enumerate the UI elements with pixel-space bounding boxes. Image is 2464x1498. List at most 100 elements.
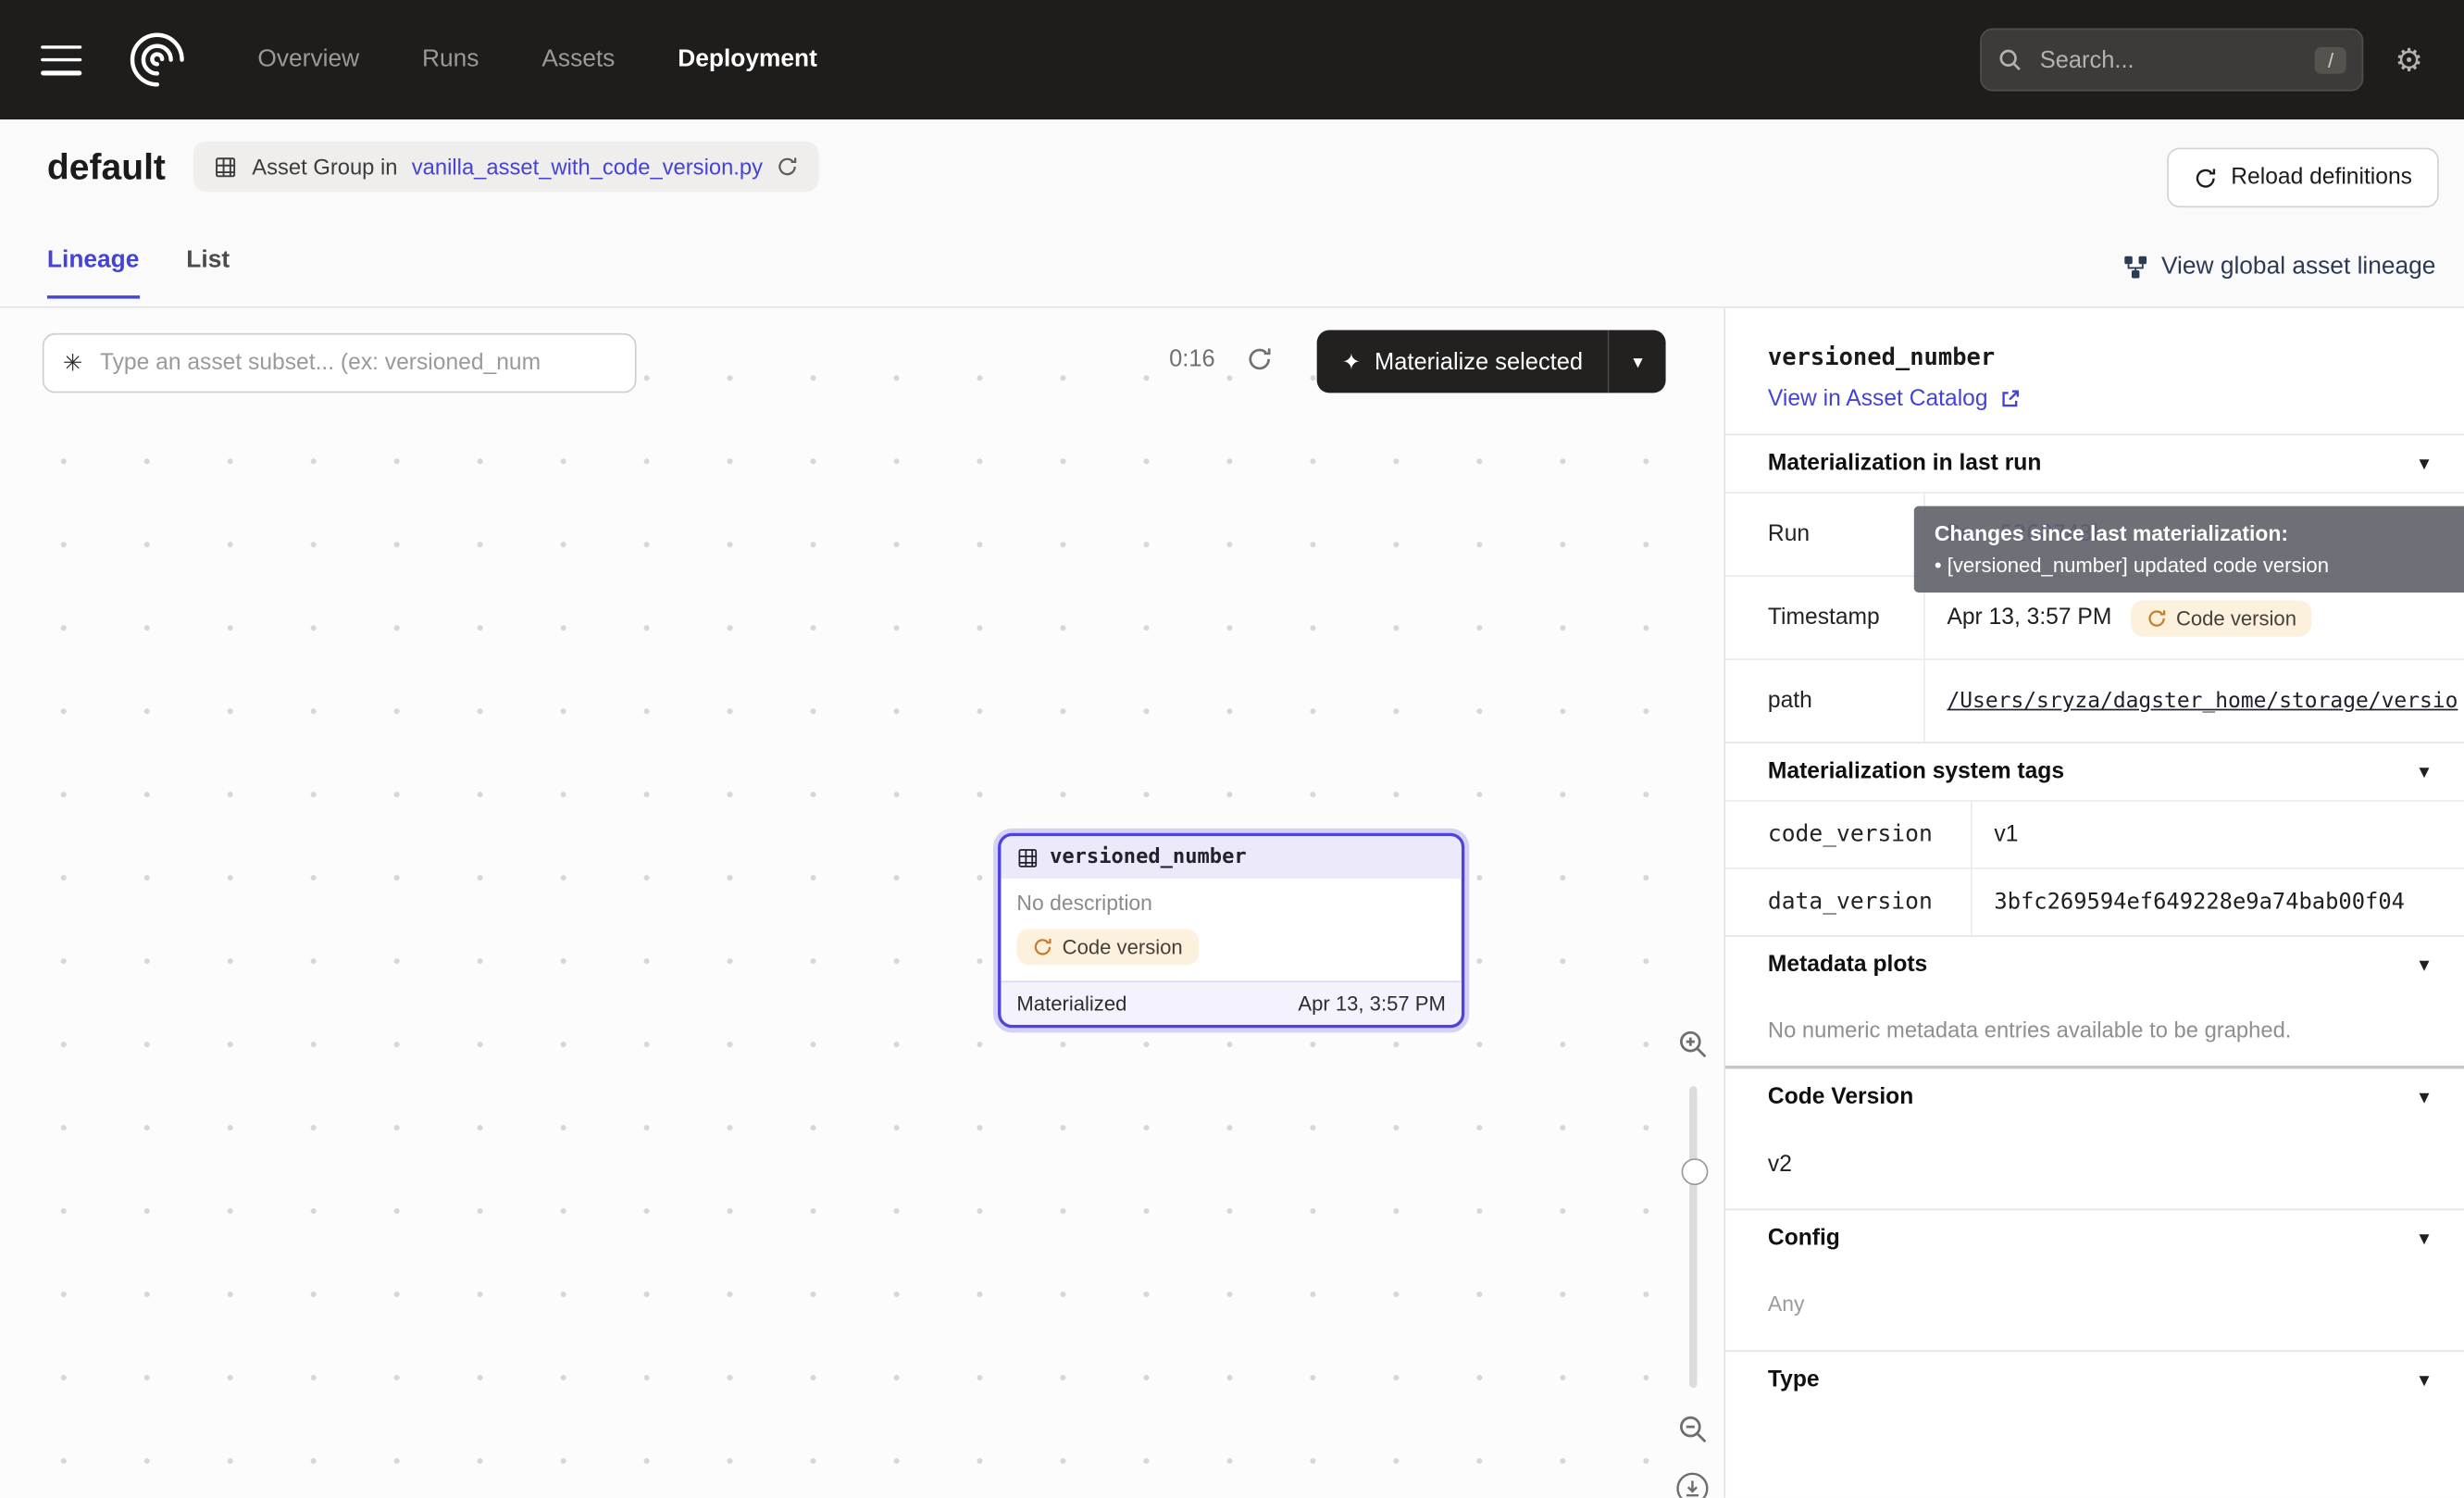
nav-item-overview[interactable]: Overview [257, 45, 359, 74]
zoom-slider-handle[interactable] [1681, 1158, 1708, 1185]
section-title: Config [1768, 1226, 1840, 1251]
code-version-tag-label: Code version [1063, 935, 1183, 958]
section-title: Code Version [1768, 1084, 1913, 1109]
view-in-asset-catalog-label: View in Asset Catalog [1768, 387, 1988, 412]
chevron-down-icon[interactable]: ▾ [2420, 953, 2430, 978]
view-tabs: Lineage List [47, 247, 230, 299]
tooltip-title: Changes since last materialization: [1935, 522, 2464, 545]
sync-icon [2147, 607, 2167, 628]
zoom-controls [1666, 1028, 1720, 1498]
app-window: Overview Runs Assets Deployment / ⚙ defa… [0, 0, 2464, 1498]
section-title: Materialization system tags [1768, 759, 2064, 784]
storage-path-link[interactable]: /Users/sryza/dagster_home/storage/versio [1947, 689, 2458, 714]
view-global-asset-lineage-label: View global asset lineage [2161, 253, 2435, 281]
sync-icon [1032, 937, 1052, 957]
search-input[interactable] [2036, 44, 2301, 74]
zoom-in-icon[interactable] [1676, 1028, 1710, 1061]
settings-gear-icon[interactable]: ⚙ [2395, 40, 2422, 79]
view-global-asset-lineage-link[interactable]: View global asset lineage [2123, 253, 2435, 281]
materialized-timestamp: Apr 13, 3:57 PM [1298, 992, 1446, 1015]
section-title: Type [1768, 1367, 1820, 1392]
code-version-value: v1 [1972, 802, 2464, 868]
search-box[interactable]: / [1980, 29, 2363, 92]
section-title: Materialization in last run [1768, 451, 2041, 476]
reload-group-icon[interactable] [777, 156, 799, 178]
data-version-value: 3bfc269594ef649228e9a74bab00f04 [1972, 869, 2464, 935]
view-in-asset-catalog-link[interactable]: View in Asset Catalog [1768, 387, 2021, 412]
code-version-tag: Code version [1016, 929, 1198, 965]
code-version-tag-label: Code version [2176, 605, 2296, 629]
materialize-button-group: ✦ Materialize selected ▾ [1317, 331, 1666, 393]
asset-details-panel: versioned_number View in Asset Catalog M… [1724, 308, 2464, 1498]
code-version-tag: Code version [2131, 600, 2312, 636]
asset-node-header: versioned_number [1001, 836, 1461, 879]
chevron-down-icon[interactable]: ▾ [2420, 1084, 2430, 1109]
config-value: Any [1725, 1267, 2464, 1350]
code-version-current-value: v2 [1725, 1126, 2464, 1209]
lineage-graph-canvas[interactable]: ✳ 0:16 ✦ Materialize selected ▾ versione… [0, 308, 1724, 1498]
asset-node-description: No description [1016, 892, 1445, 915]
graph-query-icon: ✳ [63, 349, 82, 378]
search-icon [1997, 47, 2022, 72]
tab-list[interactable]: List [186, 247, 230, 299]
refresh-icon [2194, 166, 2217, 189]
materialized-status-label: Materialized [1016, 992, 1126, 1015]
nav-item-assets[interactable]: Assets [541, 45, 615, 74]
zoom-out-icon[interactable] [1676, 1413, 1710, 1446]
asset-node-versioned-number[interactable]: versioned_number No description Code ver… [998, 833, 1464, 1029]
reload-definitions-label: Reload definitions [2231, 165, 2412, 190]
asset-group-chip: Asset Group in vanilla_asset_with_code_v… [193, 142, 819, 192]
tooltip-body: • [versioned_number] updated code versio… [1935, 554, 2464, 577]
lineage-graph-icon [2123, 255, 2148, 280]
asset-group-grid-icon [215, 155, 238, 178]
asset-grid-icon [1016, 846, 1039, 868]
timestamp-label: Timestamp [1725, 577, 1925, 658]
section-metadata-plots[interactable]: Metadata plots ▾ [1725, 935, 2464, 993]
asset-node-status-row: Materialized Apr 13, 3:57 PM [1001, 980, 1461, 1025]
asset-group-prefix: Asset Group in [252, 154, 397, 179]
data-version-key: data_version [1725, 869, 1972, 935]
code-version-row: code_version v1 [1725, 800, 2464, 868]
chevron-down-icon[interactable]: ▾ [2420, 1226, 2430, 1251]
section-code-version[interactable]: Code Version ▾ [1725, 1066, 2464, 1126]
section-title: Metadata plots [1768, 953, 1927, 978]
materialize-dropdown-caret[interactable]: ▾ [1610, 331, 1666, 393]
chevron-down-icon[interactable]: ▾ [2420, 759, 2430, 784]
materialize-selected-button[interactable]: ✦ Materialize selected [1317, 331, 1609, 393]
code-version-key: code_version [1725, 802, 1972, 868]
refresh-graph-icon[interactable] [1246, 345, 1273, 372]
refresh-timer: 0:16 [1169, 345, 1215, 372]
asset-group-file-link[interactable]: vanilla_asset_with_code_version.py [412, 154, 763, 179]
run-label: Run [1725, 493, 1925, 575]
top-nav: Overview Runs Assets Deployment / ⚙ [0, 0, 2464, 119]
section-type[interactable]: Type ▾ [1725, 1350, 2464, 1408]
panel-asset-title: versioned_number [1768, 343, 2421, 371]
asset-node-body: No description Code version [1001, 879, 1461, 980]
materialize-selected-label: Materialize selected [1375, 348, 1583, 375]
asset-subset-input[interactable]: ✳ [43, 333, 637, 393]
data-version-row: data_version 3bfc269594ef649228e9a74bab0… [1725, 868, 2464, 935]
zoom-slider[interactable] [1676, 1074, 1708, 1401]
path-label: path [1725, 660, 1925, 742]
timestamp-value: Apr 13, 3:57 PM [1947, 605, 2111, 630]
nav-item-runs[interactable]: Runs [422, 45, 479, 74]
download-view-icon[interactable] [1675, 1471, 1710, 1498]
zoom-slider-track[interactable] [1689, 1086, 1697, 1388]
chevron-down-icon[interactable]: ▾ [2420, 451, 2430, 476]
section-materialization-system-tags[interactable]: Materialization system tags ▾ [1725, 742, 2464, 800]
tab-lineage[interactable]: Lineage [47, 247, 139, 299]
changes-tooltip: Changes since last materialization: • [v… [1914, 506, 2464, 593]
section-materialization-in-last-run[interactable]: Materialization in last run ▾ [1725, 434, 2464, 493]
section-config[interactable]: Config ▾ [1725, 1209, 2464, 1267]
hamburger-menu-icon[interactable] [41, 44, 81, 74]
nav-item-deployment[interactable]: Deployment [678, 45, 817, 74]
sparkle-icon: ✦ [1342, 348, 1361, 375]
dagster-logo-icon[interactable] [122, 25, 192, 94]
asset-subset-field[interactable] [97, 349, 616, 378]
chevron-down-icon[interactable]: ▾ [2420, 1367, 2430, 1392]
asset-node-name: versioned_number [1050, 845, 1247, 868]
search-shortcut-hint: / [2315, 46, 2346, 73]
path-row: path /Users/sryza/dagster_home/storage/v… [1725, 658, 2464, 742]
nav-links: Overview Runs Assets Deployment [257, 45, 816, 74]
reload-definitions-button[interactable]: Reload definitions [2167, 148, 2439, 208]
